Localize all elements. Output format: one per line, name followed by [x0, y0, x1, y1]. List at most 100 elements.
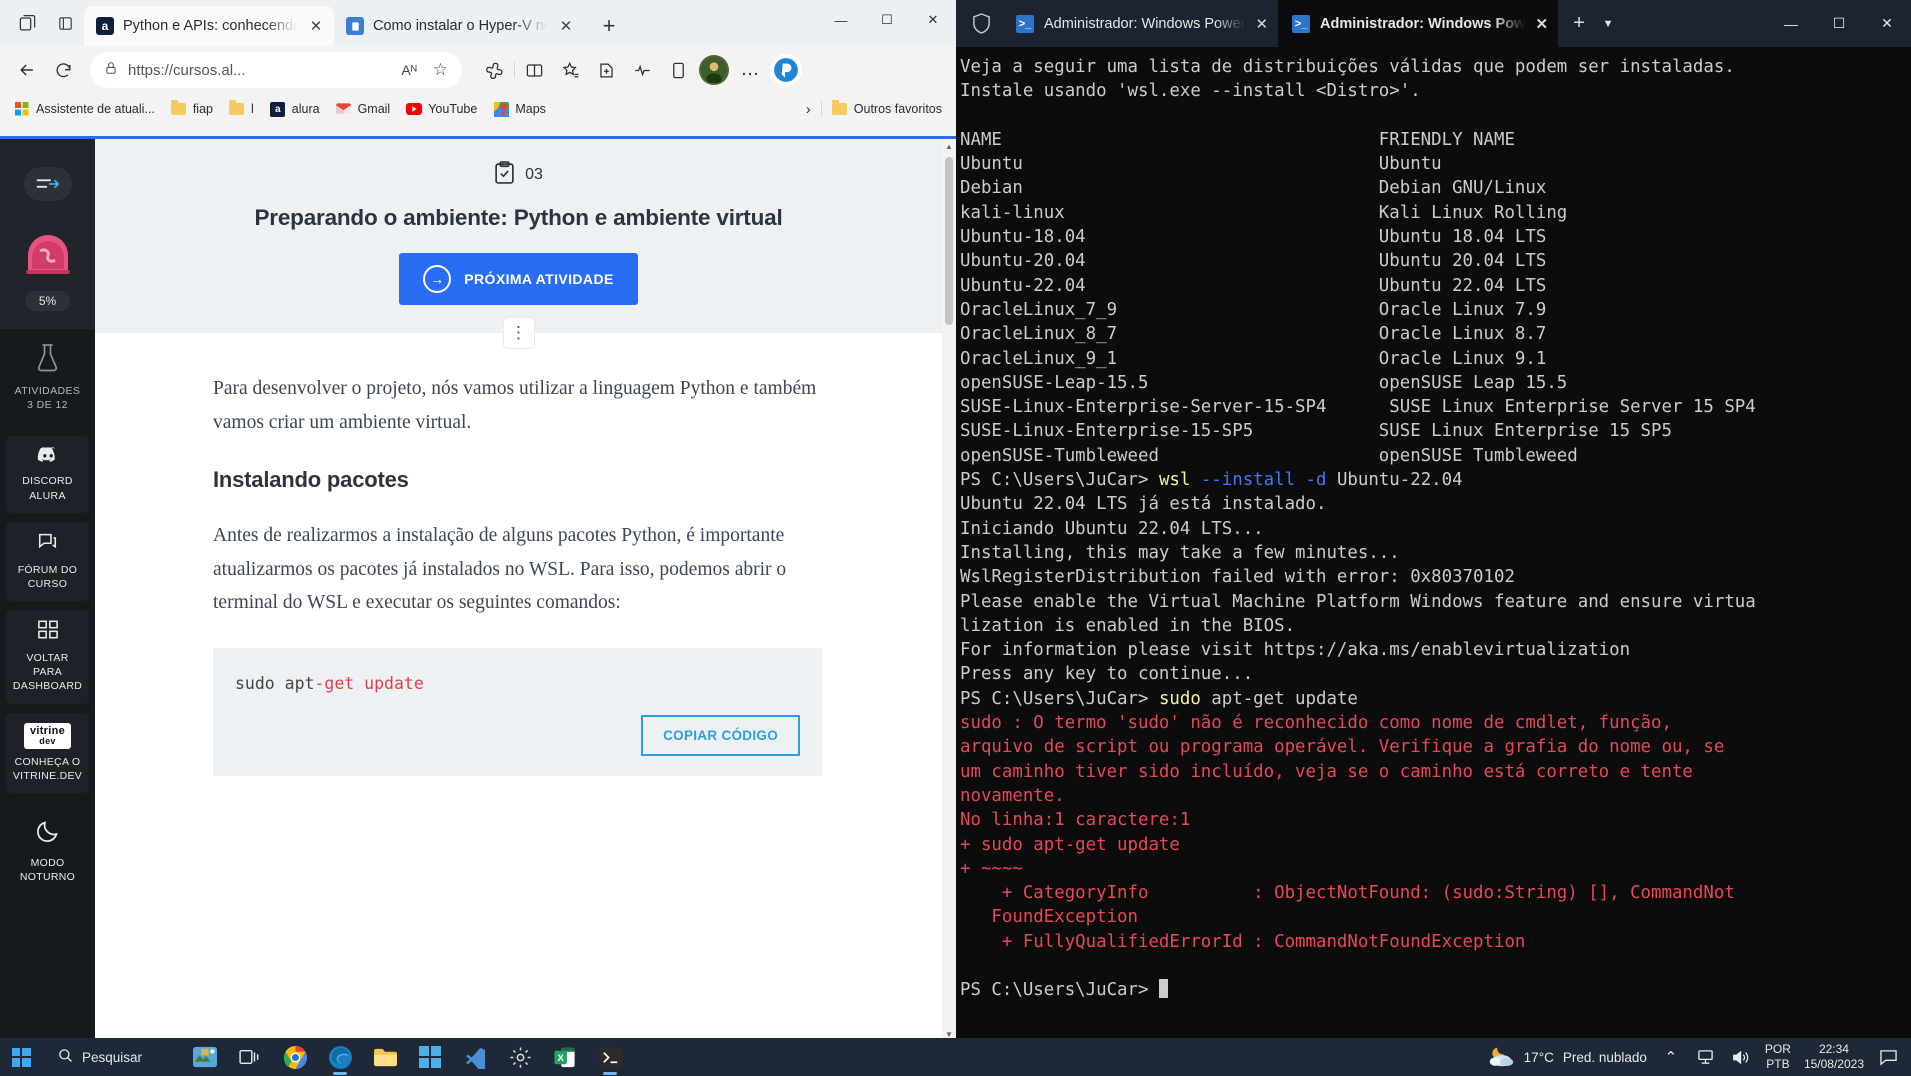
expand-arrow-icon[interactable] — [23, 167, 72, 201]
visual-studio-icon[interactable] — [454, 1040, 496, 1074]
notification-icon[interactable] — [1877, 1049, 1899, 1066]
back-button[interactable] — [10, 53, 44, 87]
taskbar-search[interactable]: Pesquisar — [46, 1043, 158, 1072]
browser-tab-1[interactable]: Como instalar o Hyper-V no Wi ✕ — [334, 6, 584, 46]
close-icon[interactable]: ✕ — [1535, 15, 1548, 33]
settings-icon[interactable] — [499, 1040, 541, 1074]
progress-percent: 5% — [24, 291, 71, 311]
vitrine-dev-logo: vitrine dev — [23, 722, 72, 749]
microsoft-store-icon[interactable] — [409, 1040, 451, 1074]
divider — [820, 101, 822, 117]
terminal-line: Press any key to continue... — [960, 664, 1254, 685]
bookmark-item[interactable]: Assistente de atuali... — [8, 98, 161, 120]
start-button[interactable] — [0, 1047, 42, 1067]
bookmark-item[interactable]: fiap — [165, 98, 219, 120]
new-tab-button[interactable]: + — [592, 9, 626, 43]
tab-actions-icon[interactable] — [8, 3, 46, 43]
read-aloud-icon[interactable]: Aᴺ — [401, 62, 416, 78]
split-screen-button[interactable] — [517, 53, 551, 87]
browser-essentials-icon[interactable] — [478, 53, 512, 87]
lesson-header: 03 Preparando o ambiente: Python e ambie… — [95, 139, 942, 333]
scrollbar-thumb[interactable] — [945, 157, 953, 325]
bookmarks-bar: Assistente de atuali... fiap l a alura G… — [0, 94, 956, 124]
sidebar-item-dark-mode[interactable]: MODO NOTURNO — [6, 809, 89, 894]
chevron-down-icon[interactable]: ▼ — [1594, 9, 1622, 39]
reload-button[interactable] — [46, 53, 80, 87]
bookmark-item[interactable]: Gmail — [330, 98, 397, 120]
split-screen-icon[interactable] — [46, 3, 84, 43]
minimize-button[interactable]: — — [818, 0, 864, 40]
sidebar-item-forum[interactable]: FÓRUM DO CURSO — [6, 521, 89, 602]
other-favorites-folder[interactable]: Outros favoritos — [826, 98, 948, 120]
network-icon[interactable] — [1695, 1049, 1717, 1066]
browser-toolbar: https://cursos.al... Aᴺ ☆ … — [0, 46, 956, 94]
bookmark-item[interactable]: l — [223, 98, 260, 120]
chevron-up-icon[interactable]: ⌃ — [1660, 1048, 1682, 1066]
divider — [514, 62, 515, 78]
copy-code-button[interactable]: COPIAR CÓDIGO — [641, 714, 800, 756]
favorites-button[interactable] — [553, 53, 587, 87]
copilot-button[interactable] — [769, 53, 803, 87]
close-icon[interactable]: ✕ — [556, 16, 576, 36]
bookmark-label: fiap — [192, 102, 213, 116]
maximize-button[interactable]: ☐ — [864, 0, 910, 40]
sidebar-item-dashboard[interactable]: VOLTAR PARA DASHBOARD — [6, 610, 89, 704]
collections-button[interactable] — [589, 53, 623, 87]
device-icon[interactable] — [661, 53, 695, 87]
terminal-line: Ubuntu-20.04 Ubuntu 20.04 LTS — [960, 251, 1547, 272]
performance-icon[interactable] — [625, 53, 659, 87]
youtube-icon — [406, 101, 423, 117]
terminal-tab-0[interactable]: >_ Administrador: Windows Power ✕ — [1002, 0, 1278, 47]
terminal-line: SUSE-Linux-Enterprise-Server-15-SP4 SUSE… — [960, 397, 1756, 418]
close-icon[interactable]: ✕ — [306, 16, 326, 36]
dark-mode-label-1: MODO — [30, 856, 65, 869]
scroll-down-arrow[interactable]: ▼ — [942, 1027, 956, 1039]
minimize-button[interactable]: — — [1767, 0, 1815, 47]
browser-tab-0[interactable]: a Python e APIs: conhecendo a bi ✕ — [84, 6, 334, 46]
more-options-button[interactable]: … — [733, 53, 767, 87]
keyboard-language[interactable]: POR PTB — [1765, 1042, 1791, 1072]
close-button[interactable]: ✕ — [1863, 0, 1911, 47]
clock[interactable]: 22:34 15/08/2023 — [1804, 1042, 1864, 1072]
code-plain: sudo apt — [235, 673, 315, 693]
sidebar-item-activities[interactable]: ATIVIDADES 3 DE 12 — [0, 329, 95, 427]
scroll-up-arrow[interactable]: ▲ — [942, 139, 956, 153]
file-explorer-icon[interactable] — [364, 1040, 406, 1074]
more-vertical-icon[interactable]: ⋮ — [503, 318, 534, 348]
bookmark-item[interactable]: Maps — [487, 98, 552, 120]
terminal-error-line: + CategoryInfo : ObjectNotFound: (sudo:S… — [960, 883, 1735, 904]
new-terminal-tab-button[interactable]: + — [1564, 9, 1594, 39]
bookmark-item[interactable]: a alura — [264, 98, 326, 120]
terminal-error-line: + sudo apt-get update — [960, 834, 1180, 855]
bookmark-item[interactable]: YouTube — [400, 98, 483, 120]
windows-terminal-icon[interactable] — [589, 1040, 631, 1074]
terminal-output[interactable]: Veja a seguir uma lista de distribuições… — [956, 47, 1911, 1003]
next-activity-button[interactable]: → PRÓXIMA ATIVIDADE — [399, 253, 638, 305]
terminal-cursor — [1158, 979, 1168, 999]
volume-icon[interactable] — [1730, 1049, 1752, 1066]
avatar[interactable] — [697, 53, 731, 87]
edge-icon[interactable] — [319, 1040, 361, 1074]
terminal-line: openSUSE-Tumbleweed openSUSE Tumbleweed — [960, 445, 1578, 466]
maximize-button[interactable]: ☐ — [1815, 0, 1863, 47]
toolbar-right-icons: … — [478, 53, 803, 87]
sidebar-item-discord[interactable]: DISCORD ALURA — [6, 435, 89, 513]
sidebar-item-vitrine-dev[interactable]: vitrine dev CONHEÇA O VITRINE.DEV — [6, 712, 89, 793]
chrome-icon[interactable] — [274, 1040, 316, 1074]
task-view-icon[interactable] — [229, 1040, 271, 1074]
terminal-tab-1[interactable]: >_ Administrador: Windows Powe ✕ — [1278, 0, 1559, 47]
weather-widget[interactable]: 17°C Pred. nublado — [1487, 1044, 1647, 1071]
close-icon[interactable]: ✕ — [1255, 15, 1268, 33]
bookmark-label: alura — [291, 102, 320, 116]
address-bar[interactable]: https://cursos.al... Aᴺ ☆ — [90, 52, 462, 88]
clock-time: 22:34 — [1818, 1042, 1849, 1056]
bookmarks-overflow-chevron[interactable]: › — [806, 101, 811, 118]
terminal-error-line: + FullyQualifiedErrorId : CommandNotFoun… — [960, 931, 1526, 952]
page-scrollbar[interactable]: ▲ ▼ — [942, 139, 956, 1038]
shield-icon — [966, 9, 996, 39]
favorite-star-icon[interactable]: ☆ — [427, 60, 454, 80]
close-button[interactable]: ✕ — [910, 0, 956, 40]
excel-icon[interactable]: X — [544, 1040, 586, 1074]
widgets-icon[interactable] — [184, 1040, 226, 1074]
terminal-line: OracleLinux_8_7 Oracle Linux 8.7 — [960, 324, 1547, 345]
